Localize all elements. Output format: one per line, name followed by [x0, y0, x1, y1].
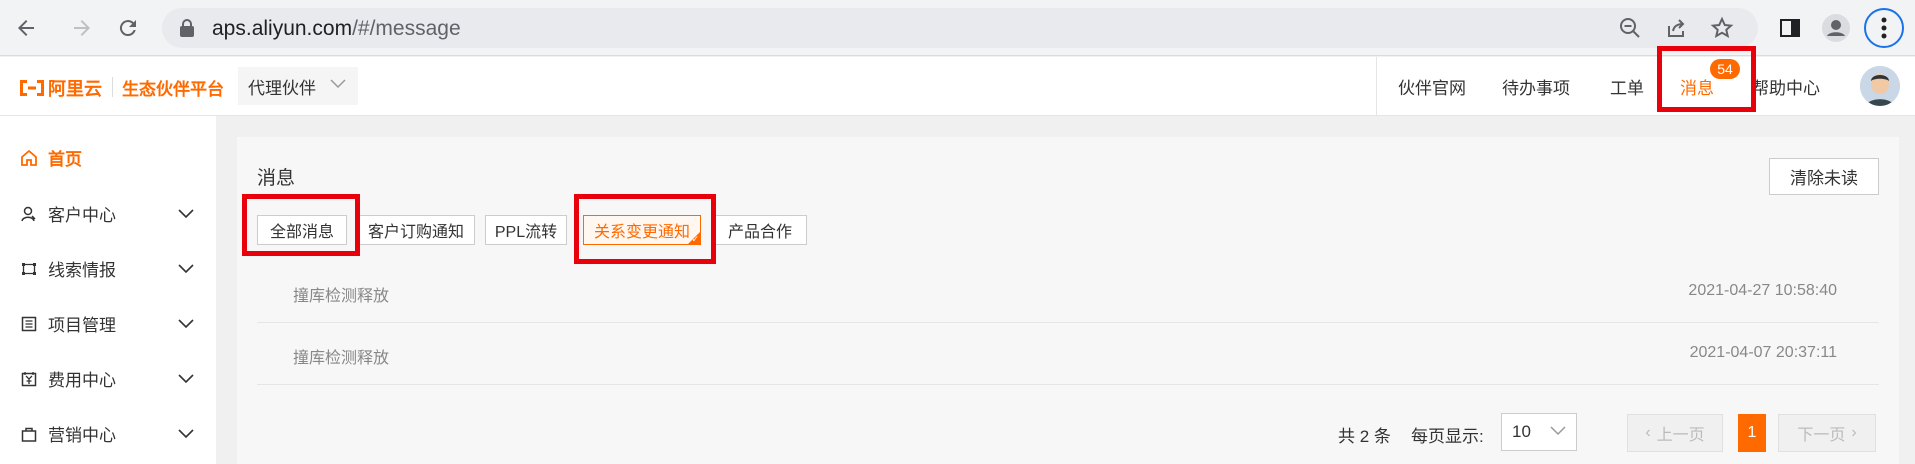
- aliyun-logo[interactable]: 阿里云: [18, 75, 102, 101]
- header-divider: [1376, 57, 1377, 115]
- sidebar-item-marketing[interactable]: 营销中心: [0, 406, 216, 461]
- chevron-down-icon: [178, 428, 194, 438]
- sidebar-item-label: 首页: [48, 150, 82, 169]
- sidebar-item-label: 客户中心: [48, 206, 116, 225]
- role-select-value: 代理伙伴: [248, 78, 316, 98]
- reload-icon: [119, 20, 136, 37]
- reload-button[interactable]: [108, 8, 148, 48]
- browser-toolbar: aps.aliyun.com/#/message: [0, 0, 1915, 56]
- pagination-total: 共 2 条: [1338, 427, 1391, 446]
- page-title: 消息: [257, 168, 296, 189]
- filter-ppl-transfer[interactable]: PPL流转: [485, 215, 567, 245]
- prev-page-button[interactable]: ‹ 上一页: [1627, 414, 1723, 452]
- nav-todo[interactable]: 待办事项: [1502, 57, 1570, 115]
- home-icon: [21, 149, 37, 166]
- side-panel-icon: [1780, 19, 1800, 37]
- fee-icon: [21, 371, 37, 386]
- forward-button[interactable]: [62, 8, 102, 48]
- annotation-box-relationship-change: [574, 194, 716, 264]
- browser-menu-button[interactable]: [1864, 8, 1904, 48]
- chevron-down-icon: [178, 208, 194, 218]
- next-page-button[interactable]: 下一页 ›: [1778, 414, 1876, 452]
- url-text: aps.aliyun.com/#/message: [212, 17, 461, 41]
- platform-name: 生态伙伴平台: [122, 80, 224, 99]
- sidebar-item-leads[interactable]: 线索情报: [0, 241, 216, 296]
- project-icon: [21, 316, 37, 331]
- aliyun-logo-icon: [20, 80, 44, 96]
- current-page-button[interactable]: 1: [1738, 414, 1766, 452]
- annotation-box-all-messages: [242, 194, 360, 256]
- sidebar-item-customer[interactable]: 客户中心: [0, 186, 216, 241]
- bookmark-star-icon[interactable]: [1710, 16, 1734, 40]
- url-path: /#/message: [352, 17, 461, 40]
- message-title: 撞库检测释放: [293, 350, 390, 367]
- sidebar-item-fee[interactable]: 费用中心: [0, 351, 216, 406]
- profile-button[interactable]: [1816, 8, 1856, 48]
- nav-partner-site[interactable]: 伙伴官网: [1398, 57, 1466, 115]
- chevron-down-icon: [178, 373, 194, 383]
- page-size-value: 10: [1512, 422, 1531, 441]
- list-item[interactable]: 撞库检测释放 2021-04-27 10:58:40: [257, 261, 1879, 323]
- share-icon[interactable]: [1664, 16, 1688, 40]
- prev-page-label: 上一页: [1656, 427, 1705, 444]
- page-size-label: 每页显示:: [1411, 427, 1484, 446]
- chevron-down-icon: [178, 263, 194, 273]
- message-title: 撞库检测释放: [293, 288, 390, 305]
- message-time: 2021-04-07 20:37:11: [1689, 344, 1837, 361]
- avatar[interactable]: [1860, 66, 1900, 106]
- chevron-right-icon: ›: [1851, 424, 1857, 441]
- leads-icon: [22, 262, 36, 275]
- filter-product-cooperation[interactable]: 产品合作: [713, 215, 807, 245]
- nav-help[interactable]: 帮助中心: [1752, 57, 1820, 115]
- user-avatar-icon: [1860, 66, 1900, 106]
- sidebar-item-label: 费用中心: [48, 371, 116, 390]
- logo-text: 阿里云: [48, 79, 102, 99]
- list-item[interactable]: 撞库检测释放 2021-04-07 20:37:11: [257, 323, 1879, 385]
- marketing-icon: [21, 427, 37, 442]
- sidebar-item-label: 线索情报: [48, 261, 116, 280]
- page-size-select[interactable]: 10: [1501, 413, 1577, 451]
- filter-customer-order[interactable]: 客户订购通知: [357, 215, 475, 245]
- back-button[interactable]: [6, 8, 46, 48]
- url-host: aps.aliyun.com: [212, 17, 353, 40]
- message-time: 2021-04-27 10:58:40: [1688, 282, 1837, 299]
- chevron-down-icon: [1550, 426, 1566, 436]
- logo-divider: [112, 77, 113, 97]
- address-bar[interactable]: aps.aliyun.com/#/message: [162, 8, 1758, 48]
- chevron-down-icon: [330, 79, 346, 89]
- sidebar: 首页 客户中心 线索情报 项目管理 费用中心 营销中心: [0, 116, 216, 464]
- chevron-down-icon: [178, 318, 194, 328]
- annotation-box-messages: [1657, 46, 1756, 112]
- sidebar-item-project[interactable]: 项目管理: [0, 296, 216, 351]
- next-page-label: 下一页: [1797, 427, 1846, 444]
- arrow-left-icon: [18, 20, 34, 36]
- customer-icon: [21, 206, 36, 221]
- chevron-left-icon: ‹: [1645, 424, 1651, 441]
- lock-icon: [180, 19, 194, 37]
- sidebar-item-label: 营销中心: [48, 426, 116, 445]
- more-vert-icon: [1881, 17, 1887, 39]
- arrow-right-icon: [74, 20, 90, 36]
- zoom-out-icon[interactable]: [1618, 16, 1642, 40]
- clear-unread-button[interactable]: 清除未读: [1769, 158, 1879, 195]
- app-header: 阿里云 生态伙伴平台 代理伙伴 伙伴官网 待办事项 工单 消息 帮助中心: [0, 57, 1915, 116]
- sidebar-item-label: 项目管理: [48, 316, 116, 335]
- side-panel-button[interactable]: [1770, 8, 1810, 48]
- profile-icon: [1822, 14, 1850, 42]
- sidebar-item-home[interactable]: 首页: [0, 130, 216, 185]
- role-select[interactable]: 代理伙伴: [238, 67, 358, 105]
- nav-ticket[interactable]: 工单: [1610, 57, 1644, 115]
